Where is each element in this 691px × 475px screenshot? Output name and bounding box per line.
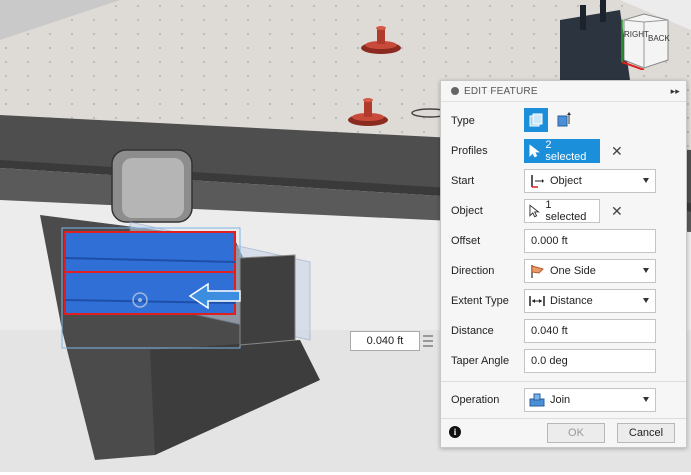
chevron-down-icon [643, 298, 649, 303]
extent-type-dropdown[interactable]: Distance [524, 289, 656, 313]
cursor-arrow-icon [529, 144, 540, 158]
cancel-button[interactable]: Cancel [617, 423, 675, 443]
one-side-icon [531, 265, 544, 278]
divider [441, 381, 686, 382]
start-row: Start Object [441, 168, 686, 194]
dimension-drag-handle[interactable] [423, 333, 433, 349]
direction-label: Direction [451, 265, 495, 277]
panel-status-icon [451, 87, 459, 95]
offset-input[interactable]: 0.000 ft [524, 229, 656, 253]
profiles-clear-icon[interactable]: ✕ [611, 143, 623, 160]
direction-dropdown[interactable]: One Side [524, 259, 656, 283]
chevron-down-icon [643, 178, 649, 183]
extent-type-row: Extent Type Distance [441, 288, 686, 314]
distance-row: Distance 0.040 ft [441, 318, 686, 344]
profiles-row: Profiles 2 selected ✕ [441, 138, 686, 164]
type-thin-button[interactable] [552, 108, 576, 132]
type-solid-button[interactable] [524, 108, 548, 132]
operation-value: Join [550, 394, 571, 406]
operation-label: Operation [451, 394, 500, 406]
viewcube[interactable]: RIGHT BACK [618, 12, 674, 71]
edit-feature-panel: EDIT FEATURE ▸▸ Type Profiles 2 selected… [440, 80, 687, 448]
profiles-value: 2 selected [545, 139, 587, 163]
offset-row: Offset 0.000 ft [441, 228, 686, 254]
start-label: Start [451, 175, 475, 187]
distance-input[interactable]: 0.040 ft [524, 319, 656, 343]
object-label: Object [451, 205, 483, 217]
ok-button[interactable]: OK [547, 423, 605, 443]
type-row: Type [441, 108, 686, 134]
offset-label: Offset [451, 235, 481, 247]
cursor-arrow-icon [529, 204, 540, 218]
type-label: Type [451, 115, 475, 127]
viewcube-right-label: RIGHT [624, 30, 649, 39]
info-icon[interactable]: i [449, 426, 461, 438]
distance-label: Distance [451, 325, 494, 337]
object-clear-icon[interactable]: ✕ [611, 203, 623, 220]
distance-icon [529, 296, 545, 306]
profiles-label: Profiles [451, 145, 488, 157]
operation-row: Operation Join [441, 387, 686, 413]
extent-type-value: Distance [550, 295, 593, 307]
direction-row: Direction One Side [441, 258, 686, 284]
operation-dropdown[interactable]: Join [524, 388, 656, 412]
start-dropdown[interactable]: Object [524, 169, 656, 193]
expand-icon[interactable]: ▸▸ [671, 86, 680, 97]
direction-value: One Side [550, 265, 596, 277]
start-object-icon [531, 175, 544, 188]
join-icon [529, 393, 545, 407]
taper-angle-input[interactable]: 0.0 deg [524, 349, 656, 373]
profiles-select-button[interactable]: 2 selected [524, 139, 600, 163]
panel-title: EDIT FEATURE [464, 85, 538, 97]
object-row: Object 1 selected ✕ [441, 198, 686, 224]
chevron-down-icon [643, 268, 649, 273]
taper-angle-label: Taper Angle [451, 355, 510, 367]
object-value: 1 selected [545, 199, 587, 223]
viewcube-back-label: BACK [648, 34, 670, 43]
start-value: Object [550, 175, 582, 187]
object-select-button[interactable]: 1 selected [524, 199, 600, 223]
extent-type-label: Extent Type [451, 295, 509, 307]
taper-angle-row: Taper Angle 0.0 deg [441, 348, 686, 374]
thin-extrude-icon [557, 112, 571, 127]
panel-footer: i OK Cancel [441, 418, 686, 447]
chevron-down-icon [643, 397, 649, 402]
panel-header: EDIT FEATURE ▸▸ [441, 81, 686, 102]
distance-dimension-input[interactable]: 0.040 ft [350, 331, 420, 351]
solid-extrude-icon [529, 113, 543, 127]
